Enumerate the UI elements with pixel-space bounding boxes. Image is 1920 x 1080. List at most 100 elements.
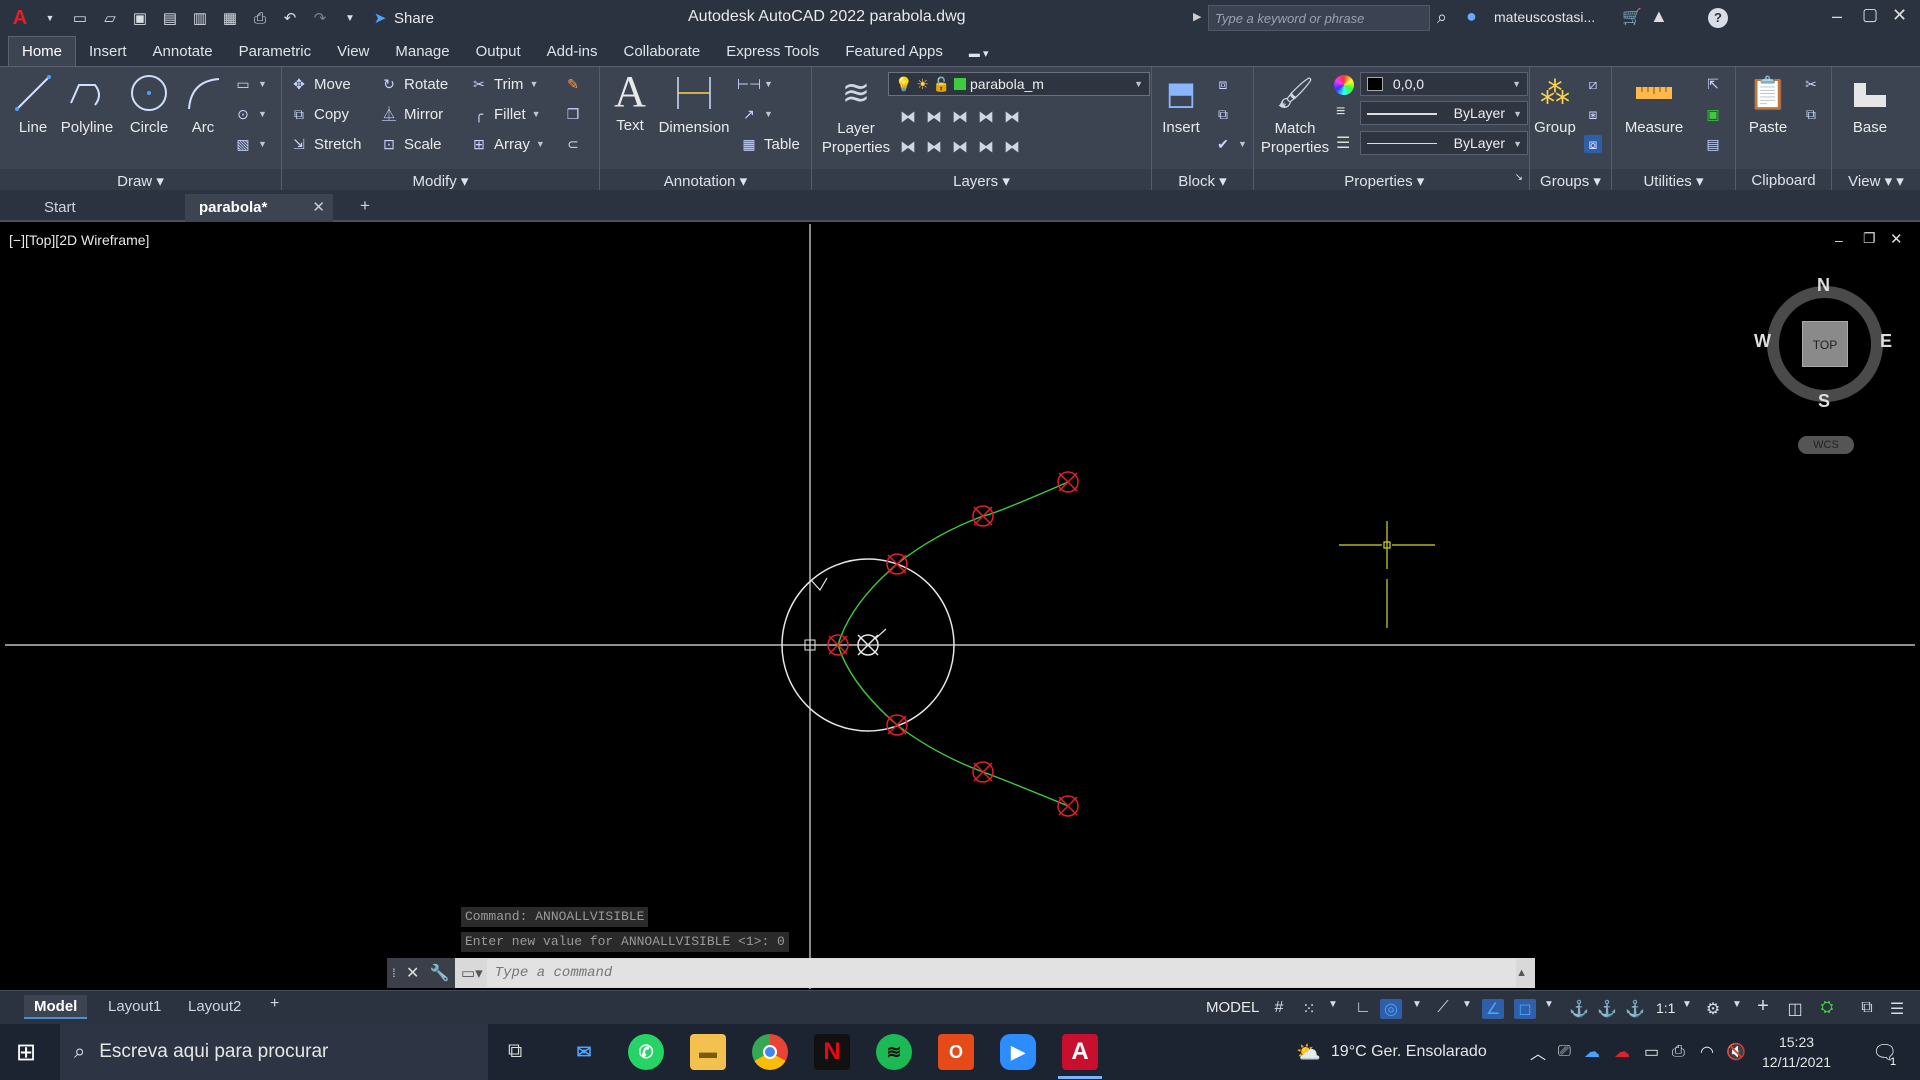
quick-select-tool[interactable]: ⇱ <box>1704 75 1722 93</box>
onedrive-icon[interactable]: ☁ <box>1584 1024 1600 1080</box>
mail-app-icon[interactable]: ✉ <box>566 1034 602 1070</box>
block-attr-tool[interactable]: ✔ ▼ <box>1214 135 1247 153</box>
netflix-app-icon[interactable]: N <box>814 1034 850 1070</box>
rotate-tool[interactable]: ↻ Rotate <box>380 75 448 93</box>
save-web-icon[interactable]: ▥ <box>190 8 210 28</box>
tray-overflow-icon[interactable]: ︿ <box>1530 1024 1546 1080</box>
base-view-tool[interactable]: Base <box>1842 71 1898 136</box>
undo-icon[interactable]: ↶ <box>280 8 300 28</box>
layers-panel-title[interactable]: Layers ▾ <box>812 169 1151 191</box>
cut-tool[interactable]: ✂ <box>1802 75 1820 93</box>
search-input[interactable]: Type a keyword or phrase <box>1208 5 1430 31</box>
arc-tool[interactable]: Arc <box>180 71 226 136</box>
polyline-tool[interactable]: Polyline <box>58 71 116 136</box>
insert-tool[interactable]: ⬒ Insert <box>1154 71 1208 136</box>
tab-start[interactable]: Start <box>30 194 180 222</box>
tab-layout2[interactable]: Layout2 <box>178 995 251 1019</box>
create-block-tool[interactable]: ⧈ <box>1214 75 1232 93</box>
text-tool[interactable]: A Text <box>604 67 656 135</box>
explode-tool[interactable]: ❒ <box>564 105 582 123</box>
spotify-app-icon[interactable]: ≋ <box>876 1034 912 1070</box>
osnap-dropdown-icon[interactable]: ▼ <box>1538 999 1560 1019</box>
compass-north[interactable]: N <box>1817 275 1830 296</box>
annotation-visibility-icon[interactable]: ⚓ <box>1568 999 1590 1019</box>
tab-parabola[interactable]: parabola* ✕ <box>185 194 333 222</box>
lineweight-dropdown[interactable]: ByLayer ▼ <box>1360 101 1528 125</box>
group-tool[interactable]: ⁂ Group <box>1530 71 1580 137</box>
copy-tool[interactable]: ⧉ Copy <box>290 105 349 123</box>
meet-now-icon[interactable]: ⎚ <box>1558 1024 1571 1080</box>
new-tab-button[interactable]: + <box>346 194 384 222</box>
block-panel-title[interactable]: Block ▾ <box>1152 169 1253 191</box>
ellipse-tool[interactable]: ⊙ ▼ <box>234 105 267 123</box>
hatch-tool[interactable]: ▧ ▼ <box>234 135 267 153</box>
tab-featured-apps[interactable]: Featured Apps <box>832 37 956 66</box>
autocad-logo-icon[interactable]: A <box>10 7 30 29</box>
paste-tool[interactable]: 📋 Paste <box>1740 71 1796 136</box>
utilities-panel-title[interactable]: Utilities ▾ <box>1612 169 1735 191</box>
tab-manage[interactable]: Manage <box>382 37 462 66</box>
stretch-tool[interactable]: ⇲ Stretch <box>290 135 361 153</box>
group-edit-tool[interactable]: ⧆ <box>1584 105 1602 123</box>
polar-tracking-icon[interactable]: ◎ <box>1380 999 1402 1019</box>
user-icon[interactable]: ● <box>1466 6 1477 27</box>
add-annotation-icon[interactable]: + <box>1752 995 1774 1017</box>
snap-dropdown-icon[interactable]: ▼ <box>1322 999 1344 1019</box>
tab-home[interactable]: Home <box>8 36 77 66</box>
tab-collaborate[interactable]: Collaborate <box>610 37 713 66</box>
close-command-icon[interactable]: ✕ <box>406 963 419 983</box>
array-tool[interactable]: ⊞ Array ▼ <box>470 135 545 153</box>
ucs-menu-button[interactable]: WCS <box>1798 436 1854 454</box>
command-prompt-icon[interactable]: ▭▾ <box>461 964 483 982</box>
match-properties-tool[interactable]: 🖌 Match Properties <box>1258 71 1332 157</box>
scale-dropdown-icon[interactable]: ▼ <box>1676 999 1698 1019</box>
cart-icon[interactable]: 🛒 <box>1622 7 1642 27</box>
mirror-tool[interactable]: ⏅ Mirror <box>380 105 443 123</box>
office-app-icon[interactable]: O <box>938 1034 974 1070</box>
viewcube-top-face[interactable]: TOP <box>1802 321 1848 367</box>
drawing-canvas[interactable] <box>5 224 1915 989</box>
layer-properties-tool[interactable]: ≋ Layer Properties <box>816 71 896 157</box>
select-all-tool[interactable]: ▣ <box>1704 105 1722 123</box>
save-icon[interactable]: ▣ <box>130 8 150 28</box>
dimension-tool[interactable]: Dimension <box>656 71 732 136</box>
customize-menu-icon[interactable]: ☰ <box>1886 999 1908 1019</box>
ungroup-tool[interactable]: ⧄ <box>1584 75 1602 93</box>
isodraft-icon[interactable]: ⟋ <box>1432 999 1454 1019</box>
compass-west[interactable]: W <box>1754 331 1771 352</box>
drawing-viewport[interactable]: [−][Top][2D Wireframe] – ❐ ✕ N S E W TOP… <box>5 224 1915 989</box>
tab-output[interactable]: Output <box>463 37 534 66</box>
measure-tool[interactable]: Measure <box>1616 71 1692 136</box>
isodraft-dropdown-icon[interactable]: ▼ <box>1456 999 1478 1019</box>
line-tool[interactable]: Line <box>10 71 56 136</box>
isolate-objects-icon[interactable]: ◫ <box>1784 999 1806 1019</box>
fillet-tool[interactable]: ╭ Fillet ▼ <box>470 105 541 123</box>
compass-south[interactable]: S <box>1818 391 1830 412</box>
weather-widget[interactable]: ⛅ 19°C Ger. Ensolarado <box>1296 1024 1487 1080</box>
model-space-button[interactable]: MODEL <box>1206 999 1259 1016</box>
help-icon[interactable]: ? <box>1708 8 1728 28</box>
chevron-down-icon[interactable]: ▼ <box>40 8 60 28</box>
file-explorer-icon[interactable]: ▬ <box>690 1034 726 1070</box>
color-wheel-icon[interactable] <box>1334 75 1354 95</box>
tab-parametric[interactable]: Parametric <box>226 37 325 66</box>
command-history-toggle-icon[interactable]: ▲ <box>1516 967 1527 979</box>
tab-layout1[interactable]: Layout1 <box>98 995 171 1019</box>
chrome-app-icon[interactable] <box>752 1034 788 1070</box>
workspace-gear-icon[interactable]: ⚙ <box>1702 999 1724 1019</box>
tab-express-tools[interactable]: Express Tools <box>713 37 832 66</box>
linear-dim-tool[interactable]: ⊢⊣ ▼ <box>737 75 773 93</box>
volume-muted-icon[interactable]: 🔇 <box>1726 1024 1746 1080</box>
scale-tool[interactable]: ⊡ Scale <box>380 135 441 153</box>
wrench-icon[interactable]: 🔧 <box>430 963 450 983</box>
layer-tools-row-2[interactable]: ⧓⧓⧓⧓⧓ <box>900 137 1030 157</box>
open-file-icon[interactable]: ▱ <box>100 8 120 28</box>
task-view-icon[interactable]: ⧉ <box>508 1040 522 1063</box>
groups-panel-title[interactable]: Groups ▾ <box>1530 169 1611 191</box>
erase-tool[interactable]: ✎ <box>564 75 582 93</box>
share-button[interactable]: Share <box>394 10 434 27</box>
color-dropdown[interactable]: 0,0,0 ▼ <box>1360 72 1528 96</box>
leader-tool[interactable]: ↗ ▼ <box>740 105 773 123</box>
annotation-panel-title[interactable]: Annotation ▾ <box>600 169 811 191</box>
tab-add-ins[interactable]: Add-ins <box>534 37 611 66</box>
